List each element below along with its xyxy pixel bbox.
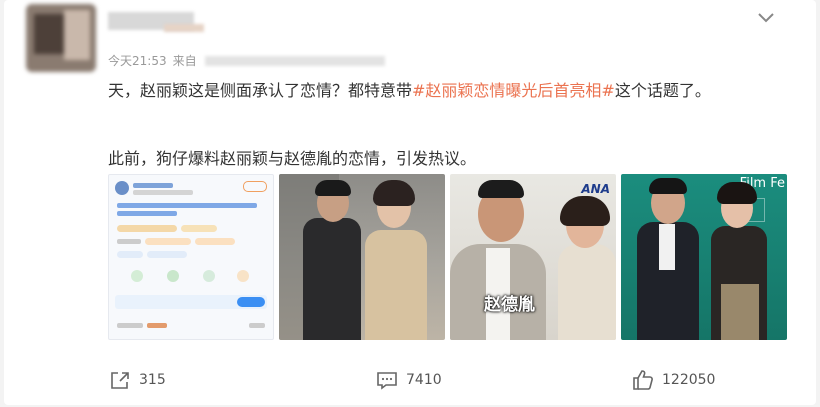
hashtag-link[interactable]: #赵丽颖恋情曝光后首亮相#: [412, 81, 615, 100]
like-count: 122050: [662, 372, 716, 388]
comment-button[interactable]: 7410: [376, 370, 442, 390]
post-text-second-paragraph: 此前，狗仔爆料赵丽颖与赵德胤的恋情，引发热议。: [108, 149, 477, 168]
post-text-before: 天，赵丽颖这是侧面承认了恋情？都特意带: [108, 81, 413, 100]
ana-logo: ANA: [581, 182, 610, 196]
post-source-label: 来自: [172, 54, 197, 68]
thumbs-up-icon: [633, 370, 653, 390]
photo-caption-name: 赵德胤: [484, 295, 535, 315]
comment-icon: [377, 372, 397, 390]
more-options-button[interactable]: [754, 6, 778, 30]
image-grid: ANA 赵德胤 Film Fe: [108, 174, 787, 340]
post-text-after: 这个话题了。: [614, 81, 711, 100]
image-thumb-couple-photo-3[interactable]: Film Fe: [621, 174, 787, 340]
avatar[interactable]: [26, 4, 96, 72]
share-icon: [111, 372, 129, 389]
share-count: 315: [139, 372, 166, 388]
comment-count: 7410: [406, 372, 442, 388]
action-bar: 315 7410 122050: [4, 370, 816, 394]
user-badge-blurred: [164, 24, 204, 32]
weibo-post-card: 今天21:53 来自 天，赵丽颖这是侧面承认了恋情？都特意带#赵丽颖恋情曝光后首…: [4, 0, 816, 405]
post-text: 天，赵丽颖这是侧面承认了恋情？都特意带#赵丽颖恋情曝光后首亮相#这个话题了。: [108, 77, 711, 101]
share-button[interactable]: 315: [109, 370, 166, 390]
like-button[interactable]: 122050: [632, 370, 715, 390]
post-meta: 今天21:53 来自: [108, 52, 385, 69]
post-source-blurred: [204, 55, 385, 66]
chevron-down-icon: [758, 13, 774, 23]
image-thumb-couple-photo-1[interactable]: [279, 174, 445, 340]
post-time[interactable]: 今天21:53: [108, 52, 167, 69]
image-thumb-couple-photo-2[interactable]: ANA 赵德胤: [450, 174, 616, 340]
image-thumb-post-screenshot[interactable]: [108, 174, 274, 340]
